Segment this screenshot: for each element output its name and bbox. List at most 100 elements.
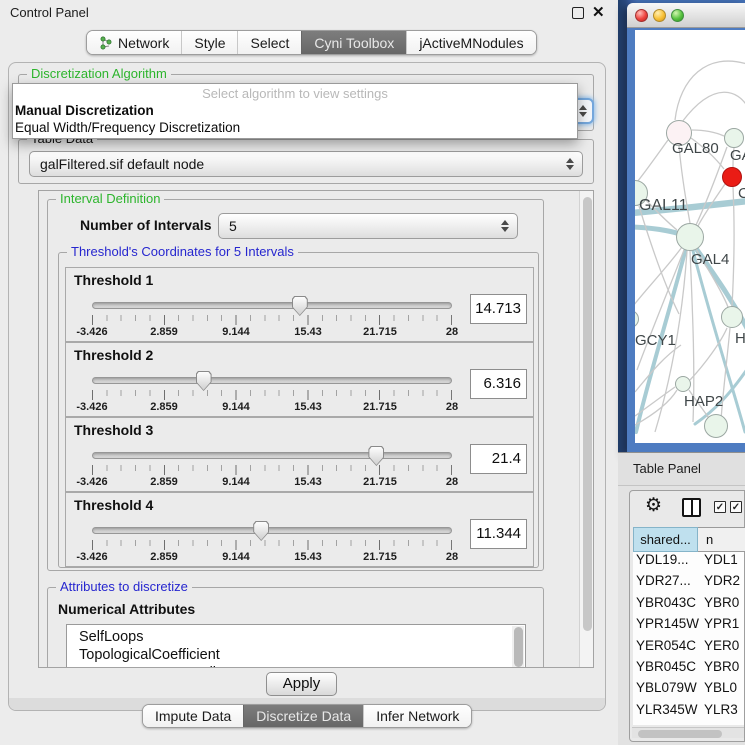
table-row[interactable]: YBL079WYBL0	[633, 680, 744, 701]
settings-panel-scrollbar[interactable]	[579, 191, 594, 668]
list-item[interactable]: BetweennessCentrality	[67, 664, 525, 668]
threshold-4-label: Threshold 4	[74, 497, 153, 513]
node-gal4[interactable]	[676, 223, 704, 251]
table-horizontal-scrollbar[interactable]	[632, 727, 744, 738]
threshold-1-slider-thumb[interactable]	[292, 296, 308, 316]
network-view-area: GAL80 GA GAL11 GAL4 GCY1 H HAP2 C	[618, 0, 745, 455]
network-canvas[interactable]: GAL80 GA GAL11 GAL4 GCY1 H HAP2 C	[635, 30, 745, 443]
top-tab-bar: Network Style Select Cyni Toolbox jActiv…	[86, 30, 537, 55]
gear-icon[interactable]: ⚙	[645, 494, 662, 517]
tab-jactivemnodules[interactable]: jActiveMNodules	[406, 31, 535, 54]
split-columns-icon[interactable]	[682, 498, 701, 517]
threshold-2-slider[interactable]: -3.426 2.859 9.144 15.43 21.715 28	[92, 370, 452, 416]
scrollbar-thumb[interactable]	[638, 730, 722, 738]
list-item[interactable]: SelfLoops	[67, 625, 525, 646]
popup-option-manual-discretization[interactable]: Manual Discretization	[13, 102, 577, 119]
table-row[interactable]: YBR045CYBR0	[633, 659, 744, 680]
table-header-row: shared... n	[633, 527, 745, 552]
popup-option-equal-width-frequency[interactable]: Equal Width/Frequency Discretization	[13, 119, 577, 136]
close-traffic-light[interactable]	[635, 9, 648, 22]
number-of-intervals-value: 5	[229, 218, 237, 234]
threshold-3-slider-thumb[interactable]	[368, 446, 384, 466]
network-window-titlebar	[627, 3, 745, 28]
minimize-traffic-light[interactable]	[653, 9, 666, 22]
column-header-name[interactable]: n	[698, 527, 745, 552]
threshold-3-slider[interactable]: -3.426 2.859 9.144 15.43 21.715 28	[92, 445, 452, 491]
node-h[interactable]	[721, 306, 743, 328]
number-of-intervals-label: Number of Intervals	[80, 217, 211, 233]
threshold-4-slider-thumb[interactable]	[253, 521, 269, 541]
table-row[interactable]: YBR043CYBR0	[633, 595, 744, 616]
table-panel-title: Table Panel	[633, 453, 701, 485]
threshold-3-panel: Threshold 3 -3.426 2.859 9.144 15.43 21.…	[65, 417, 534, 492]
slider-track	[92, 527, 452, 534]
threshold-4-value-field[interactable]: 11.344	[470, 519, 527, 549]
apply-button[interactable]: Apply	[266, 672, 337, 696]
column-header-shared[interactable]: shared...	[633, 527, 698, 552]
threshold-2-panel: Threshold 2 -3.426 2.859 9.144 15.43 21.…	[65, 342, 534, 417]
slider-ticks	[92, 390, 452, 400]
combo-stepper-icon	[501, 220, 509, 232]
threshold-3-value-field[interactable]: 21.4	[470, 444, 527, 474]
threshold-2-value-field[interactable]: 6.316	[470, 369, 527, 399]
table-row[interactable]: YDL19...YDL1	[633, 552, 744, 573]
table-row[interactable]: YIL052CYIL0	[633, 723, 744, 725]
zoom-traffic-light[interactable]	[671, 9, 684, 22]
checkbox-icon[interactable]: ✓	[730, 501, 742, 513]
node-red-selected[interactable]	[722, 167, 742, 187]
slider-scale: -3.426 2.859 9.144 15.43 21.715 28	[92, 551, 452, 564]
threshold-1-panel: Threshold 1 -3.426 2.859 9.144 15.43 21.…	[65, 267, 534, 342]
discretization-algorithm-group-title: Discretization Algorithm	[27, 66, 171, 81]
node-label-partial-h: H	[735, 330, 745, 347]
node-partial-top-right[interactable]	[724, 128, 744, 148]
scrollbar-thumb[interactable]	[514, 627, 523, 667]
attributes-group-title: Attributes to discretize	[56, 579, 192, 594]
checkbox-icon[interactable]: ✓	[714, 501, 726, 513]
table-row[interactable]: YLR345WYLR3	[633, 702, 744, 723]
tab-select[interactable]: Select	[237, 31, 301, 54]
table-panel: ⚙ ✓ ✓ shared... n YDL19...YDL1 YDR27...Y…	[629, 490, 745, 742]
number-of-intervals-combo[interactable]: 5	[218, 213, 518, 239]
tab-discretize-data[interactable]: Discretize Data	[243, 705, 363, 727]
tab-network-label: Network	[118, 35, 169, 51]
threshold-1-label: Threshold 1	[74, 272, 153, 288]
table-row[interactable]: YPR145WYPR1	[633, 616, 744, 637]
tab-style[interactable]: Style	[181, 31, 237, 54]
list-item[interactable]: TopologicalCoefficient	[67, 646, 525, 664]
node-partial-bottom[interactable]	[704, 414, 728, 438]
threshold-1-slider[interactable]: -3.426 2.859 9.144 15.43 21.715 28	[92, 295, 452, 341]
table-toolbar: ⚙ ✓ ✓	[630, 491, 744, 523]
thresholds-coordinates-group-title: Threshold's Coordinates for 5 Intervals	[67, 244, 298, 259]
float-window-icon[interactable]	[572, 7, 584, 19]
table-row[interactable]: YDR27...YDR2	[633, 573, 744, 594]
node-label-gal11: GAL11	[639, 197, 688, 215]
table-data-combo-value: galFiltered.sif default node	[40, 156, 204, 172]
settings-scroll-panel: Interval Definition Number of Intervals …	[38, 190, 594, 668]
numerical-attributes-list[interactable]: SelfLoops TopologicalCoefficient Between…	[66, 624, 526, 668]
node-label-gal4: GAL4	[691, 251, 729, 268]
tab-network[interactable]: Network	[87, 31, 181, 54]
slider-track	[92, 377, 452, 384]
table-data-group: Table Data galFiltered.sif default node	[18, 139, 594, 184]
attributes-list-scrollbar[interactable]	[512, 626, 524, 668]
scrollbar-thumb[interactable]	[583, 197, 592, 631]
threshold-1-value-field[interactable]: 14.713	[470, 294, 527, 324]
threshold-4-slider[interactable]: -3.426 2.859 9.144 15.43 21.715 28	[92, 520, 452, 566]
tab-cyni-toolbox[interactable]: Cyni Toolbox	[301, 31, 406, 54]
interval-definition-group-title: Interval Definition	[56, 191, 164, 206]
slider-ticks	[92, 540, 452, 550]
threshold-4-panel: Threshold 4 -3.426 2.859 9.144 15.43 21.…	[65, 492, 534, 567]
tab-infer-network[interactable]: Infer Network	[363, 705, 471, 727]
node-hap2[interactable]	[675, 376, 691, 392]
slider-track	[92, 452, 452, 459]
table-panel-titlebar: Table Panel	[618, 452, 745, 486]
combo-stepper-icon	[579, 105, 587, 117]
slider-scale: -3.426 2.859 9.144 15.43 21.715 28	[92, 326, 452, 339]
table-data-combo[interactable]: galFiltered.sif default node	[29, 151, 583, 177]
close-icon[interactable]: ✕	[592, 3, 605, 21]
bottom-tab-bar: Impute Data Discretize Data Infer Networ…	[142, 704, 472, 728]
threshold-2-slider-thumb[interactable]	[196, 371, 212, 391]
table-row[interactable]: YER054CYER0	[633, 638, 744, 659]
tab-impute-data[interactable]: Impute Data	[143, 705, 243, 727]
table-rows: YDL19...YDL1 YDR27...YDR2 YBR043CYBR0 YP…	[633, 552, 744, 725]
